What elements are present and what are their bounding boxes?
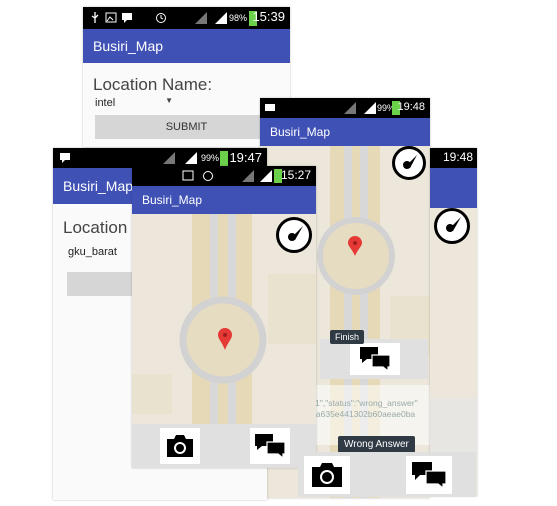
signal-icon: [185, 152, 197, 164]
status-time: 15:27: [280, 168, 311, 182]
alarm-icon: [156, 13, 166, 23]
battery-percent: 98%: [229, 13, 248, 23]
screen-location-form-intel: 98% 15:39 Busiri_Map Location Name: inte…: [83, 7, 290, 147]
map-pin-icon: [218, 328, 232, 350]
battery-percent: 99%: [201, 153, 220, 163]
battery-icon: [220, 151, 228, 166]
status-time: 19:48: [442, 150, 473, 164]
app-bar: Busiri_Map: [83, 29, 290, 63]
app-bar: [430, 168, 477, 208]
status-time: 19:48: [397, 101, 425, 113]
status-time: 19:47: [229, 150, 262, 165]
status-bar: 15:27: [132, 166, 316, 186]
bottom-buttons-upper: [320, 339, 428, 379]
camera-icon: [167, 435, 193, 457]
chat-button[interactable]: [350, 343, 400, 375]
signal-icon: [163, 152, 175, 164]
location-spinner[interactable]: intel ▼: [95, 96, 173, 111]
chat-bubbles-icon: [412, 462, 447, 490]
submit-label: SUBMIT: [165, 121, 208, 133]
usb-icon: [91, 12, 99, 23]
chat-bubbles-icon: [255, 434, 286, 460]
compass-icon[interactable]: [276, 217, 312, 253]
compass-icon[interactable]: [392, 146, 426, 180]
map-pin-icon: [348, 236, 362, 256]
camera-button[interactable]: [160, 428, 200, 464]
signal-icon: [195, 12, 207, 24]
screen-map-main: 15:27 Busiri_Map: [132, 166, 316, 468]
camera-icon: [312, 463, 342, 487]
signal-icon: [364, 102, 376, 114]
status-bar: 99% 19:48: [260, 98, 430, 118]
signal-icon: [242, 170, 254, 182]
spinner-value: intel: [95, 97, 116, 109]
signal-icon: [260, 170, 272, 182]
submit-button[interactable]: SUBMIT: [95, 115, 278, 139]
signal-icon: [344, 102, 356, 114]
form-label: Location: [63, 218, 128, 237]
chevron-down-icon: ▼: [165, 96, 173, 105]
app-title: Busiri_Map: [93, 38, 164, 54]
chat-icon: [60, 153, 70, 163]
finish-tooltip: Finish: [330, 330, 365, 344]
app-bar: Busiri_Map: [260, 118, 430, 146]
image-icon: [105, 12, 117, 23]
bottom-button-bar: [132, 424, 316, 468]
spinner-value: gku_barat: [68, 246, 117, 258]
chat-button[interactable]: [406, 456, 452, 494]
wrong-answer-tooltip: Wrong Answer: [338, 436, 415, 453]
app-title: Busiri_Map: [142, 193, 203, 207]
bottom-button-bar-lower: [298, 452, 476, 497]
chat-button[interactable]: [250, 428, 290, 464]
status-bar: 98% 15:39: [83, 7, 290, 29]
status-bar: 19:48: [430, 148, 477, 168]
app-bar: Busiri_Map: [132, 186, 316, 214]
alarm-icon: [203, 171, 213, 181]
screen-map-far-right: 19:48: [430, 148, 477, 496]
image-icon: [182, 170, 194, 181]
form-label: Location Name:: [93, 75, 213, 94]
app-title: Busiri_Map: [63, 178, 134, 194]
chat-icon: [122, 13, 132, 23]
compass-icon[interactable]: [434, 208, 470, 244]
status-bar: 99% 19:47: [53, 148, 267, 168]
chat-bubbles-icon: [360, 347, 391, 373]
map-panel: [430, 398, 477, 458]
status-time: 15:39: [252, 9, 285, 24]
chat-icon: [265, 104, 275, 111]
signal-icon: [215, 12, 227, 24]
app-title: Busiri_Map: [270, 125, 331, 139]
camera-button[interactable]: [304, 456, 350, 494]
